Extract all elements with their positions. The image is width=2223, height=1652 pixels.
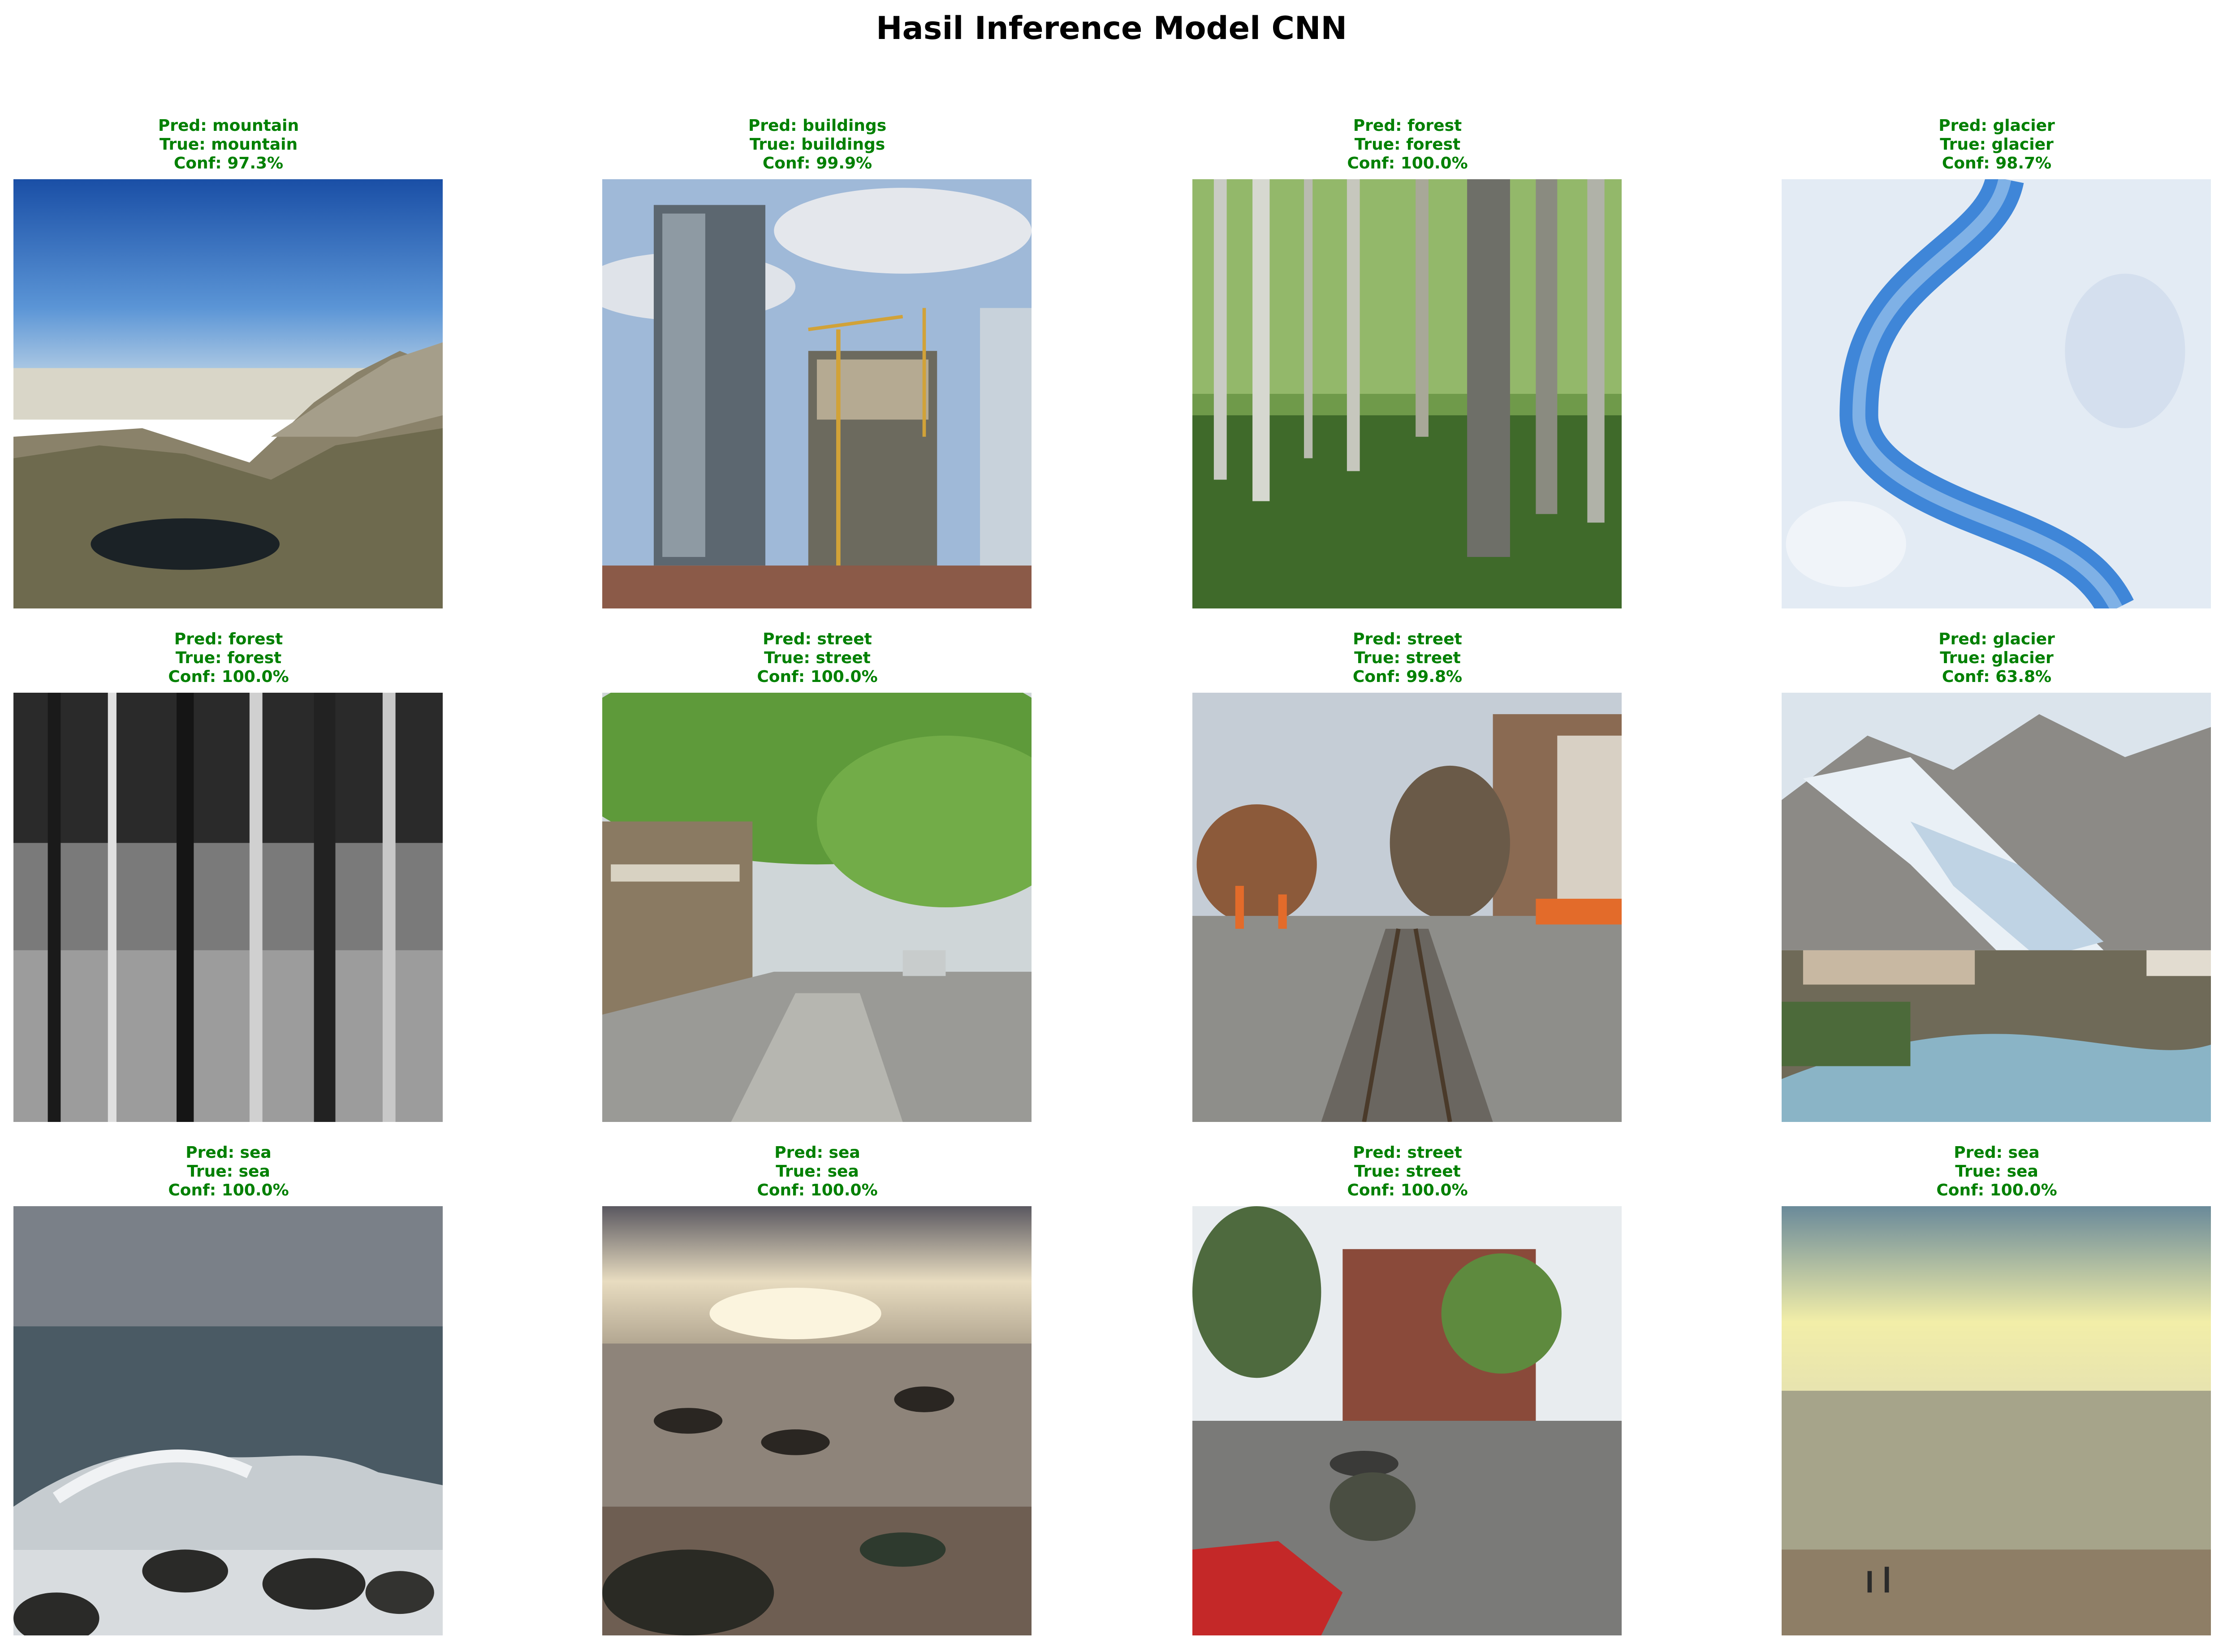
- conf-label: Conf: 100.0%: [1347, 154, 1468, 173]
- conf-label: Conf: 100.0%: [1347, 1181, 1468, 1199]
- scene-image-street-tracks: [1192, 693, 1622, 1122]
- conf-label: Conf: 97.3%: [173, 154, 284, 173]
- true-label: True: forest: [1354, 135, 1461, 154]
- true-label: True: buildings: [749, 135, 885, 154]
- panel-caption: Pred: glacier True: glacier Conf: 98.7%: [1782, 116, 2212, 175]
- panel-5: Pred: forest True: forest Conf: 100.0%: [13, 630, 444, 1123]
- pred-label: Pred: sea: [774, 1143, 860, 1162]
- pred-label: Pred: forest: [1353, 116, 1462, 135]
- true-label: True: glacier: [1940, 649, 2054, 667]
- panel-8: Pred: glacier True: glacier Conf: 63.8%: [1782, 630, 2212, 1123]
- panel-caption: Pred: forest True: forest Conf: 100.0%: [13, 630, 444, 688]
- panel-caption: Pred: street True: street Conf: 100.0%: [602, 630, 1032, 688]
- panel-6: Pred: street True: street Conf: 100.0%: [602, 630, 1032, 1123]
- panel-12: Pred: sea True: sea Conf: 100.0%: [1782, 1143, 2212, 1636]
- scene-image-sea-wave: [13, 1206, 443, 1635]
- conf-label: Conf: 99.9%: [762, 154, 872, 173]
- panel-caption: Pred: street True: street Conf: 99.8%: [1192, 630, 1623, 688]
- conf-label: Conf: 100.0%: [168, 1181, 289, 1199]
- pred-label: Pred: mountain: [158, 116, 299, 135]
- scene-image-buildings: [602, 179, 1032, 608]
- conf-label: Conf: 98.7%: [1942, 154, 2052, 173]
- scene-image-sea-beach: [1782, 1206, 2211, 1635]
- panel-1: Pred: mountain True: mountain Conf: 97.3…: [13, 116, 444, 609]
- panel-10: Pred: sea True: sea Conf: 100.0%: [602, 1143, 1032, 1636]
- scene-image-forest: [1192, 179, 1622, 608]
- panel-11: Pred: street True: street Conf: 100.0%: [1192, 1143, 1623, 1636]
- scene-image-glacier-valley: [1782, 693, 2211, 1122]
- panel-caption: Pred: sea True: sea Conf: 100.0%: [602, 1143, 1032, 1202]
- true-label: True: street: [1354, 649, 1461, 667]
- panel-caption: Pred: sea True: sea Conf: 100.0%: [1782, 1143, 2212, 1202]
- panel-caption: Pred: buildings True: buildings Conf: 99…: [602, 116, 1032, 175]
- panel-3: Pred: forest True: forest Conf: 100.0%: [1192, 116, 1623, 609]
- panel-caption: Pred: street True: street Conf: 100.0%: [1192, 1143, 1623, 1202]
- panel-7: Pred: street True: street Conf: 99.8%: [1192, 630, 1623, 1123]
- scene-image-street-city: [1192, 1206, 1622, 1635]
- pred-label: Pred: street: [1353, 630, 1462, 648]
- panel-4: Pred: glacier True: glacier Conf: 98.7%: [1782, 116, 2212, 609]
- conf-label: Conf: 100.0%: [168, 668, 289, 686]
- pred-label: Pred: forest: [174, 630, 283, 648]
- panel-caption: Pred: glacier True: glacier Conf: 63.8%: [1782, 630, 2212, 688]
- true-label: True: sea: [1955, 1162, 2038, 1181]
- pred-label: Pred: sea: [186, 1143, 272, 1162]
- true-label: True: street: [1354, 1162, 1461, 1181]
- pred-label: Pred: glacier: [1938, 116, 2055, 135]
- conf-label: Conf: 100.0%: [757, 1181, 878, 1199]
- scene-image-sea-sunset: [602, 1206, 1032, 1635]
- pred-label: Pred: sea: [1954, 1143, 2040, 1162]
- pred-label: Pred: street: [1353, 1143, 1462, 1162]
- panel-caption: Pred: mountain True: mountain Conf: 97.3…: [13, 116, 444, 175]
- pred-label: Pred: buildings: [748, 116, 887, 135]
- true-label: True: mountain: [159, 135, 298, 154]
- scene-image-forest-grayscale: [13, 693, 443, 1122]
- scene-image-glacier: [1782, 179, 2211, 608]
- panel-caption: Pred: sea True: sea Conf: 100.0%: [13, 1143, 444, 1202]
- conf-label: Conf: 100.0%: [1936, 1181, 2057, 1199]
- conf-label: Conf: 63.8%: [1942, 668, 2052, 686]
- conf-label: Conf: 99.8%: [1352, 668, 1463, 686]
- true-label: True: sea: [187, 1162, 270, 1181]
- true-label: True: sea: [776, 1162, 859, 1181]
- pred-label: Pred: glacier: [1938, 630, 2055, 648]
- true-label: True: forest: [175, 649, 282, 667]
- panel-9: Pred: sea True: sea Conf: 100.0%: [13, 1143, 444, 1636]
- panel-2: Pred: buildings True: buildings Conf: 99…: [602, 116, 1032, 609]
- scene-image-mountain: [13, 179, 443, 608]
- conf-label: Conf: 100.0%: [757, 668, 878, 686]
- scene-image-street-trees: [602, 693, 1032, 1122]
- true-label: True: glacier: [1940, 135, 2054, 154]
- true-label: True: street: [764, 649, 871, 667]
- panel-caption: Pred: forest True: forest Conf: 100.0%: [1192, 116, 1623, 175]
- pred-label: Pred: street: [763, 630, 872, 648]
- figure-title: Hasil Inference Model CNN: [876, 10, 1347, 47]
